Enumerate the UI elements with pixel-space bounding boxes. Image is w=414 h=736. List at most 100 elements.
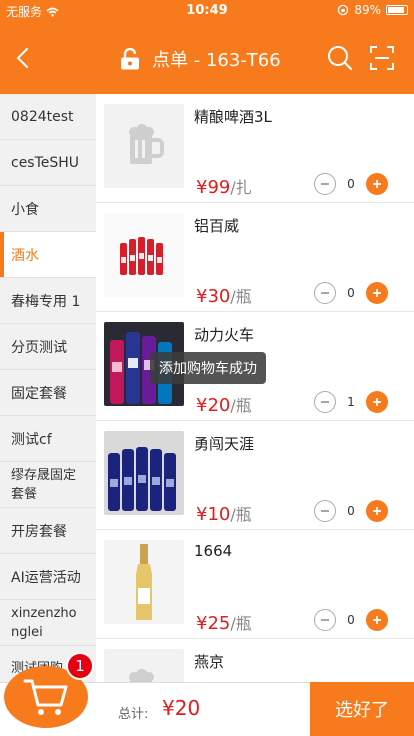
product-price: ¥10/瓶 <box>196 501 252 525</box>
product-name: 勇闯天涯 <box>194 435 255 453</box>
back-chevron-icon[interactable] <box>10 44 38 72</box>
rotation-lock-icon <box>338 4 349 16</box>
category-label: AI运营活动 <box>11 569 81 586</box>
category-item[interactable]: 分页测试 <box>0 324 96 370</box>
increase-button[interactable] <box>366 282 388 304</box>
category-label: 酒水 <box>11 247 39 264</box>
product-item[interactable]: 铝百威 ¥30/瓶 0 <box>96 203 414 312</box>
category-label: cesTeSHU <box>11 154 80 171</box>
category-label: 0824test <box>11 108 74 125</box>
quantity-stepper: 1 <box>314 391 388 413</box>
category-label: 测试cf <box>11 431 52 448</box>
battery-percent: 89% <box>354 3 381 17</box>
price-value: ¥99 <box>196 177 231 198</box>
increase-button[interactable] <box>366 391 388 413</box>
quantity-stepper: 0 <box>314 500 388 522</box>
minus-icon <box>321 619 329 621</box>
minus-icon <box>321 510 329 512</box>
beer-mug-icon <box>129 669 154 682</box>
product-name: 燕京 <box>194 653 225 671</box>
plus-icon <box>373 180 381 188</box>
minus-icon <box>321 401 329 403</box>
beer-mug-icon <box>129 124 164 164</box>
category-label: 固定套餐 <box>11 385 67 402</box>
category-item[interactable]: cesTeSHU <box>0 140 96 186</box>
category-item[interactable]: 缪存晟固定套餐 <box>0 462 96 508</box>
decrease-button[interactable] <box>314 391 336 413</box>
quantity-stepper: 0 <box>314 173 388 195</box>
page-title: 点单 - 163-T66 <box>120 46 281 72</box>
product-item[interactable]: 勇闯天涯 ¥10/瓶 0 <box>96 421 414 530</box>
decrease-button[interactable] <box>314 282 336 304</box>
category-item[interactable]: 0824test <box>0 94 96 140</box>
increase-button[interactable] <box>366 500 388 522</box>
product-name: 精酿啤酒3L <box>194 108 272 126</box>
decrease-button[interactable] <box>314 173 336 195</box>
quantity-value: 0 <box>347 286 355 300</box>
category-item[interactable]: 开房套餐 <box>0 508 96 554</box>
toast-message: 添加购物车成功 <box>150 352 266 384</box>
red-bottles-image <box>120 237 163 275</box>
category-item[interactable]: 小食 <box>0 186 96 232</box>
product-item[interactable]: 1664 ¥25/瓶 0 <box>96 530 414 639</box>
price-unit: /扎 <box>230 178 252 197</box>
price-unit: /瓶 <box>230 287 252 306</box>
price-unit: /瓶 <box>230 614 252 633</box>
price-value: ¥20 <box>196 395 231 416</box>
plus-icon <box>373 289 381 297</box>
total-label: 总计: <box>118 707 149 722</box>
price-value: ¥25 <box>196 613 231 634</box>
minus-icon <box>321 292 329 294</box>
shopping-cart-icon <box>23 679 68 715</box>
price-unit: /瓶 <box>230 396 252 415</box>
decrease-button[interactable] <box>314 609 336 631</box>
battery-icon <box>386 5 408 15</box>
product-image <box>104 649 184 682</box>
category-label: 春梅专用 1 <box>11 293 81 310</box>
app-header: 无服务 10:49 89% 点单 - 163-T66 <box>0 0 414 94</box>
cart-count-badge: 1 <box>66 652 94 680</box>
price-value: ¥30 <box>196 286 231 307</box>
product-price: ¥99/扎 <box>196 174 252 198</box>
category-item[interactable]: AI运营活动 <box>0 554 96 600</box>
category-label: 开房套餐 <box>11 523 67 540</box>
quantity-value: 0 <box>347 613 355 627</box>
category-item[interactable]: 测试cf <box>0 416 96 462</box>
plus-icon <box>373 616 381 624</box>
category-label: 分页测试 <box>11 339 67 356</box>
nav-bar: 点单 - 163-T66 <box>0 22 414 94</box>
category-item[interactable]: 固定套餐 <box>0 370 96 416</box>
product-item[interactable]: 燕京 <box>96 639 414 682</box>
unlock-icon <box>121 48 139 70</box>
decrease-button[interactable] <box>314 500 336 522</box>
confirm-order-button[interactable]: 选好了 <box>310 682 414 736</box>
search-icon[interactable] <box>326 44 354 72</box>
product-list: 精酿啤酒3L ¥99/扎 0 铝百威 ¥30/瓶 0 动力火车 ¥20/瓶 1 … <box>96 94 414 682</box>
status-right: 89% <box>337 3 408 17</box>
category-item[interactable]: 春梅专用 1 <box>0 278 96 324</box>
scan-icon[interactable] <box>368 44 396 72</box>
product-image <box>104 104 184 188</box>
price-unit: /瓶 <box>230 505 252 524</box>
product-price: ¥30/瓶 <box>196 283 252 307</box>
minus-icon <box>321 183 329 185</box>
total-value: ¥20 <box>162 696 201 720</box>
increase-button[interactable] <box>366 173 388 195</box>
category-label: 缪存晟固定套餐 <box>11 467 77 502</box>
quantity-stepper: 0 <box>314 609 388 631</box>
plus-icon <box>373 507 381 515</box>
quantity-value: 1 <box>347 395 355 409</box>
wine-bottle-image <box>136 544 152 620</box>
quantity-stepper: 0 <box>314 282 388 304</box>
category-item[interactable]: xinzenzhonglei <box>0 600 96 646</box>
product-image <box>104 540 184 624</box>
product-price: ¥20/瓶 <box>196 392 252 416</box>
plus-icon <box>373 398 381 406</box>
quantity-value: 0 <box>347 504 355 518</box>
product-image <box>104 213 184 297</box>
category-item-active[interactable]: 酒水 <box>0 232 96 278</box>
product-item[interactable]: 精酿啤酒3L ¥99/扎 0 <box>96 94 414 203</box>
product-name: 1664 <box>194 542 233 560</box>
increase-button[interactable] <box>366 609 388 631</box>
category-label: 小食 <box>11 201 39 218</box>
